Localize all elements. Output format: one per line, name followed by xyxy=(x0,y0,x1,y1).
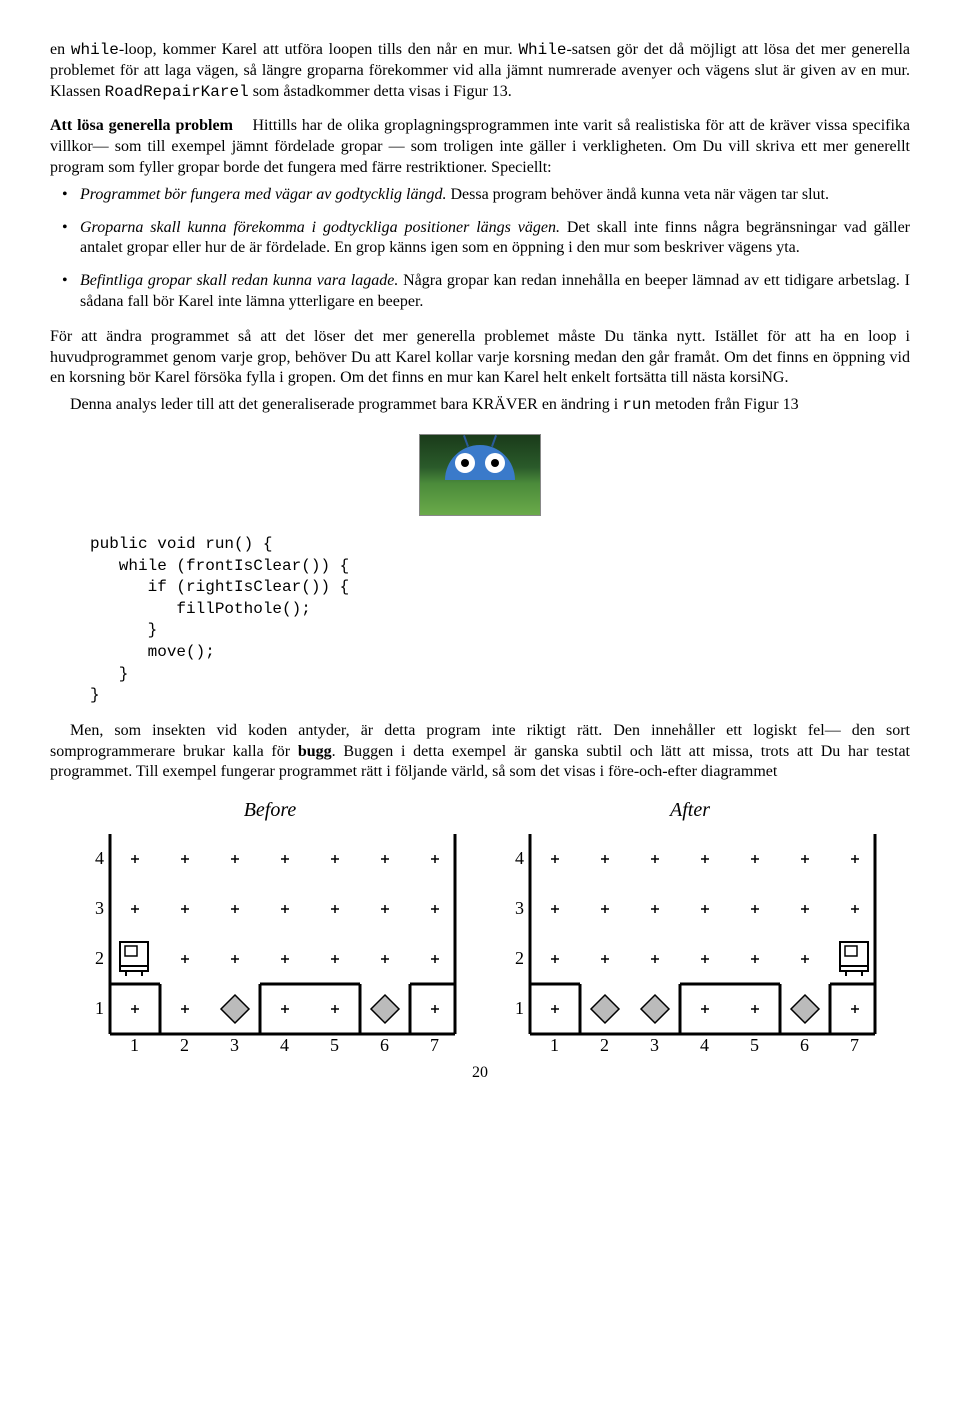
svg-text:7: 7 xyxy=(430,1035,439,1055)
svg-text:3: 3 xyxy=(515,898,524,918)
bullet-item: Groparna skall kunna förekomma i godtyck… xyxy=(50,218,910,260)
svg-text:1: 1 xyxy=(95,998,104,1018)
bullet-rest: Dessa program behöver ändå kunna veta nä… xyxy=(446,186,829,203)
text: som åstadkommer detta visas i Figur 13. xyxy=(249,83,512,100)
bullet-lead: Groparna skall kunna förekomma i godtyck… xyxy=(80,219,560,236)
bullet-item: Befintliga gropar skall redan kunna vara… xyxy=(50,271,910,313)
bullet-lead: Programmet bör fungera med vägar av godt… xyxy=(80,186,446,203)
karel-world-after: 4 3 2 1 1 2 3 4 5 6 7 xyxy=(500,829,880,1059)
text: Denna analys leder till att det generali… xyxy=(70,396,622,413)
diagram-after: After 4 3 2 1 1 2 3 4 5 6 7 xyxy=(500,797,880,1059)
svg-text:1: 1 xyxy=(550,1035,559,1055)
paragraph-1: en while-loop, kommer Karel att utföra l… xyxy=(50,40,910,102)
section-heading: Att lösa generella problem xyxy=(50,117,233,134)
paragraph-section: Att lösa generella problem Hittills har … xyxy=(50,116,910,178)
svg-text:3: 3 xyxy=(650,1035,659,1055)
paragraph-4: Men, som insekten vid koden antyder, är … xyxy=(50,721,910,783)
code-block: public void run() { while (frontIsClear(… xyxy=(90,534,910,707)
kw-bugg: bugg xyxy=(298,743,332,760)
diagram-before: Before 4 3 2 1 1 2 3 4 5 6 7 xyxy=(80,797,460,1059)
svg-text:2: 2 xyxy=(95,948,104,968)
svg-text:3: 3 xyxy=(95,898,104,918)
svg-text:1: 1 xyxy=(130,1035,139,1055)
kw-while: while xyxy=(71,41,119,59)
svg-text:5: 5 xyxy=(750,1035,759,1055)
svg-text:6: 6 xyxy=(800,1035,809,1055)
kw-roadrepair: RoadRepairKarel xyxy=(105,83,249,101)
svg-text:3: 3 xyxy=(230,1035,239,1055)
diagrams-row: Before 4 3 2 1 1 2 3 4 5 6 7 xyxy=(50,797,910,1059)
svg-text:2: 2 xyxy=(180,1035,189,1055)
bullet-list: Programmet bör fungera med vägar av godt… xyxy=(50,185,910,313)
text: -loop, kommer Karel att utföra loopen ti… xyxy=(119,41,519,58)
svg-text:2: 2 xyxy=(600,1035,609,1055)
bug-image xyxy=(419,434,541,516)
bullet-lead: Befintliga gropar skall redan kunna vara… xyxy=(80,272,398,289)
karel-icon xyxy=(120,942,148,976)
text: metoden från Figur 13 xyxy=(651,396,799,413)
paragraph-3: Denna analys leder till att det generali… xyxy=(50,395,910,416)
svg-text:4: 4 xyxy=(95,848,104,868)
karel-world-before: 4 3 2 1 1 2 3 4 5 6 7 xyxy=(80,829,460,1059)
svg-text:5: 5 xyxy=(330,1035,339,1055)
svg-text:4: 4 xyxy=(280,1035,289,1055)
kw-while2: While xyxy=(518,41,566,59)
bullet-item: Programmet bör fungera med vägar av godt… xyxy=(50,185,910,206)
svg-text:4: 4 xyxy=(515,848,524,868)
diagram-title: Before xyxy=(244,797,297,823)
svg-text:1: 1 xyxy=(515,998,524,1018)
svg-text:7: 7 xyxy=(850,1035,859,1055)
svg-text:2: 2 xyxy=(515,948,524,968)
svg-text:6: 6 xyxy=(380,1035,389,1055)
karel-icon xyxy=(840,942,868,976)
svg-text:4: 4 xyxy=(700,1035,709,1055)
text: en xyxy=(50,41,71,58)
paragraph-2: För att ändra programmet så att det löse… xyxy=(50,327,910,389)
page-number: 20 xyxy=(50,1063,910,1084)
diagram-title: After xyxy=(670,797,710,823)
kw-run: run xyxy=(622,396,651,414)
